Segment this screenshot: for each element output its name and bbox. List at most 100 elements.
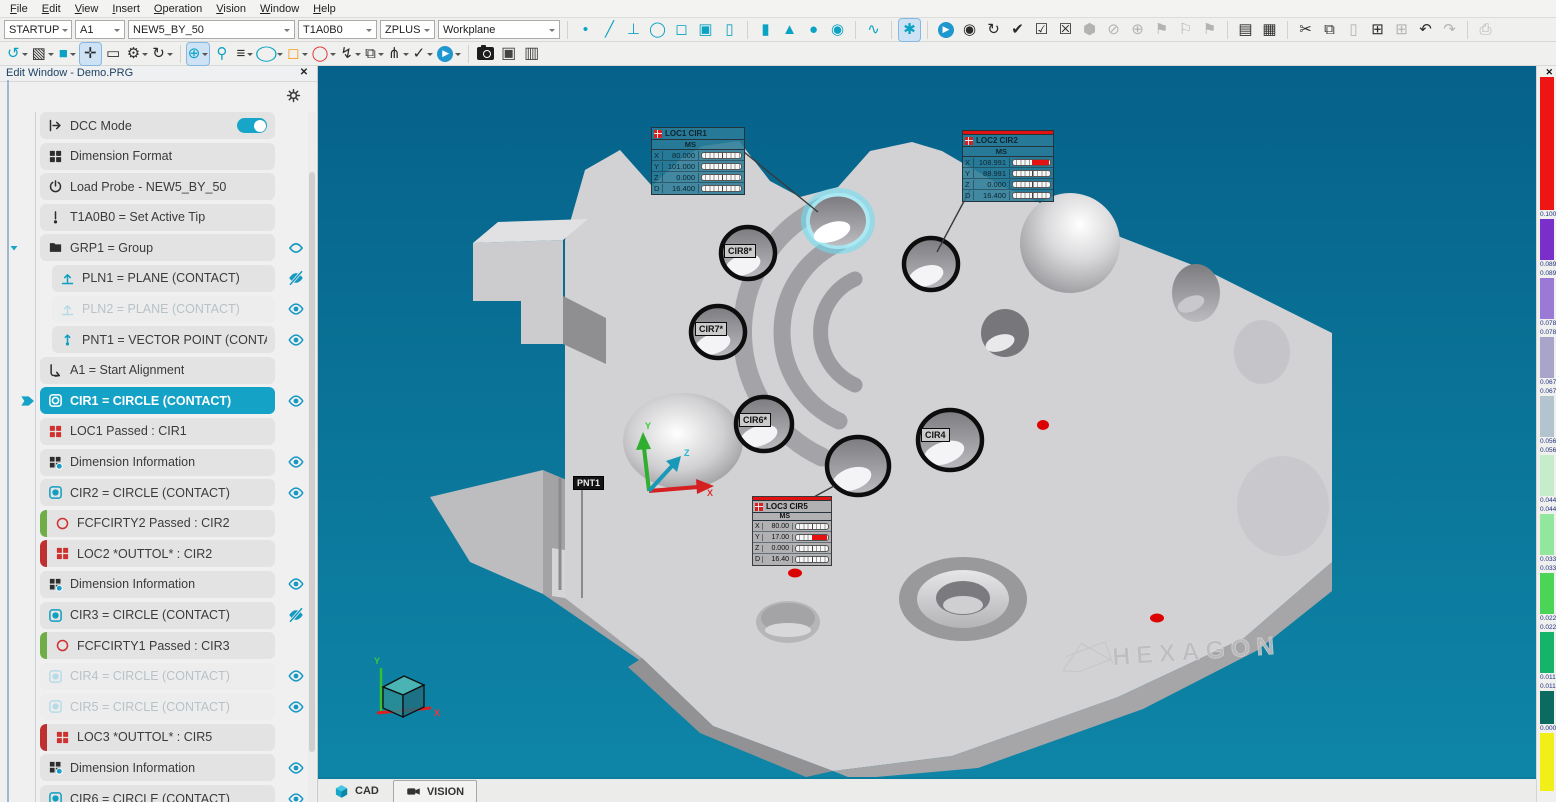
visibility-on-icon[interactable] xyxy=(287,575,305,593)
probe-toggle-button[interactable]: ⚲ xyxy=(211,43,232,65)
quick-align-button[interactable]: ↯ xyxy=(339,43,362,65)
combo-active-tip[interactable]: T1A0B0 xyxy=(298,20,377,39)
tree-item-cir6-circle-contact[interactable]: CIR6 = CIRCLE (CONTACT) xyxy=(0,785,307,802)
verify-program-button[interactable]: ☑ xyxy=(1031,19,1052,41)
tree-item-pnt1-vector-point-contact[interactable]: PNT1 = VECTOR POINT (CONTACT) xyxy=(0,326,307,353)
combo-probe-file[interactable]: NEW5_BY_50 xyxy=(128,20,295,39)
tree-item-dimension-information[interactable]: Dimension Information xyxy=(0,449,307,476)
report-chart-button[interactable]: ▥ xyxy=(521,43,542,65)
clear-marker-button[interactable]: ⚑ xyxy=(1199,19,1220,41)
notch-feature-button[interactable]: ▯ xyxy=(719,19,740,41)
plane-feature-button[interactable]: ⊥ xyxy=(623,19,644,41)
visibility-on-icon[interactable] xyxy=(287,759,305,777)
menu-operation[interactable]: Operation xyxy=(148,2,208,16)
close-icon[interactable]: ✕ xyxy=(1545,67,1553,78)
pattern-button[interactable]: ⊞ xyxy=(1391,19,1412,41)
probe-mode-button[interactable]: ⊕ xyxy=(187,43,210,65)
circle-tool-button[interactable]: ◯ xyxy=(311,43,338,65)
print-button[interactable]: ⎙ xyxy=(1475,19,1496,41)
tree-item-cir1-circle-contact[interactable]: CIR1 = CIRCLE (CONTACT) xyxy=(0,387,307,414)
tree-item-a1-start-alignment[interactable]: A1 = Start Alignment xyxy=(0,357,307,384)
close-icon[interactable]: ✕ xyxy=(297,67,311,81)
stop-execution-button[interactable]: ⬢ xyxy=(1079,19,1100,41)
visibility-off-icon[interactable] xyxy=(287,269,305,287)
cad-viewport[interactable]: Y X Z Y X HEXAGON CADVISION xyxy=(318,66,1536,802)
accept-measure-button[interactable]: ✓ xyxy=(412,43,435,65)
graphics-capture-button[interactable]: ▣ xyxy=(498,43,519,65)
tab-cad[interactable]: CAD xyxy=(322,780,391,802)
expand-caret-icon[interactable] xyxy=(8,242,20,254)
report-template-button[interactable]: ▦ xyxy=(1259,19,1280,41)
tree-item-cir5-circle-contact[interactable]: CIR5 = CIRCLE (CONTACT) xyxy=(0,693,307,720)
paste-button[interactable]: ▯ xyxy=(1343,19,1364,41)
annotation-button[interactable]: ▭ xyxy=(103,43,124,65)
camera-snapshot-button[interactable] xyxy=(475,43,496,65)
tree-item-dimension-information[interactable]: Dimension Information xyxy=(0,754,307,781)
wireframe-view-button[interactable]: ▧ xyxy=(31,43,55,65)
undo-button[interactable]: ↶ xyxy=(1415,19,1436,41)
dcc-mode-toggle[interactable] xyxy=(237,118,267,133)
pan-mode-button[interactable]: ✛ xyxy=(80,43,101,65)
menu-vision[interactable]: Vision xyxy=(210,2,252,16)
tree-item-loc1-passed-cir1[interactable]: LOC1 Passed : CIR1 xyxy=(0,418,307,445)
menu-insert[interactable]: Insert xyxy=(106,2,146,16)
goto-marker-button[interactable]: ⚐ xyxy=(1175,19,1196,41)
menu-help[interactable]: Help xyxy=(307,2,342,16)
combo-startup-routine[interactable]: STARTUP xyxy=(4,20,72,39)
tree-item-cir2-circle-contact[interactable]: CIR2 = CIRCLE (CONTACT) xyxy=(0,479,307,506)
panel-scrollbar[interactable] xyxy=(308,112,316,802)
execute-feature-button[interactable]: ◉ xyxy=(959,19,980,41)
tree-item-cir3-circle-contact[interactable]: CIR3 = CIRCLE (CONTACT) xyxy=(0,602,307,629)
redo-button[interactable]: ↷ xyxy=(1439,19,1460,41)
rotate-view-button[interactable]: ↻ xyxy=(151,43,174,65)
graphics-settings-button[interactable]: ⚙ xyxy=(126,43,149,65)
menu-view[interactable]: View xyxy=(69,2,105,16)
visibility-on-icon[interactable] xyxy=(287,453,305,471)
copy-pattern-button[interactable]: ⧉ xyxy=(364,43,385,65)
round-slot-feature-button[interactable]: ◻ xyxy=(671,19,692,41)
tree-item-dimension-information[interactable]: Dimension Information xyxy=(0,571,307,598)
tree-item-fcfcirty2-passed-cir2[interactable]: FCFCIRTY2 Passed : CIR2 xyxy=(0,510,307,537)
cut-button[interactable]: ✂ xyxy=(1295,19,1316,41)
visibility-on-icon[interactable] xyxy=(287,300,305,318)
visibility-on-icon[interactable] xyxy=(287,239,305,257)
mark-all-button[interactable]: ✔ xyxy=(1007,19,1028,41)
visibility-on-icon[interactable] xyxy=(287,790,305,802)
combo-active-alignment[interactable]: A1 xyxy=(75,20,125,39)
menu-file[interactable]: File xyxy=(4,2,34,16)
view-orientation-button[interactable]: ↺ xyxy=(6,43,29,65)
cylinder-feature-button[interactable]: ▮ xyxy=(755,19,776,41)
menu-edit[interactable]: Edit xyxy=(36,2,67,16)
ellipse-tool-button[interactable]: ◯ xyxy=(257,43,284,65)
visibility-on-icon[interactable] xyxy=(287,484,305,502)
slot-tool-button[interactable]: ◻ xyxy=(286,43,308,65)
tree-item-pln1-plane-contact[interactable]: PLN1 = PLANE (CONTACT) xyxy=(0,265,307,292)
tree-item-cir4-circle-contact[interactable]: CIR4 = CIRCLE (CONTACT) xyxy=(0,663,307,690)
shaded-view-button[interactable]: ■ xyxy=(57,43,78,65)
line-feature-button[interactable]: ╱ xyxy=(599,19,620,41)
execute-loop-button[interactable]: ↻ xyxy=(983,19,1004,41)
paste-with-pattern-button[interactable]: ⊞ xyxy=(1367,19,1388,41)
play-measure-button[interactable]: ▶ xyxy=(436,43,462,65)
clear-marked-button[interactable]: ☒ xyxy=(1055,19,1076,41)
tree-item-pln2-plane-contact[interactable]: PLN2 = PLANE (CONTACT) xyxy=(0,296,307,323)
skip-execution-button[interactable]: ⊘ xyxy=(1103,19,1124,41)
visibility-on-icon[interactable] xyxy=(287,331,305,349)
tree-item-dcc-mode[interactable]: DCC Mode xyxy=(0,112,307,139)
visibility-on-icon[interactable] xyxy=(287,392,305,410)
tree-item-dimension-format[interactable]: Dimension Format xyxy=(0,143,307,170)
tab-vision[interactable]: VISION xyxy=(393,780,477,802)
sphere-feature-button[interactable]: ● xyxy=(803,19,824,41)
gear-icon[interactable] xyxy=(286,88,303,105)
tree-item-loc2-outtol-cir2[interactable]: LOC2 *OUTTOL* : CIR2 xyxy=(0,540,307,567)
cone-feature-button[interactable]: ▲ xyxy=(779,19,800,41)
curve-feature-button[interactable]: ∿ xyxy=(863,19,884,41)
tree-item-loc3-outtol-cir5[interactable]: LOC3 *OUTTOL* : CIR5 xyxy=(0,724,307,751)
tree-item-grp1-group[interactable]: GRP1 = Group xyxy=(0,234,307,261)
tree-item-load-probe-new5-by-50[interactable]: Load Probe - NEW5_BY_50 xyxy=(0,173,307,200)
visibility-off-icon[interactable] xyxy=(287,606,305,624)
copy-button[interactable]: ⧉ xyxy=(1319,19,1340,41)
execute-program-button[interactable]: ▶ xyxy=(935,19,956,41)
tree-item-t1a0b0-set-active-tip[interactable]: T1A0B0 = Set Active Tip xyxy=(0,204,307,231)
menu-window[interactable]: Window xyxy=(254,2,305,16)
